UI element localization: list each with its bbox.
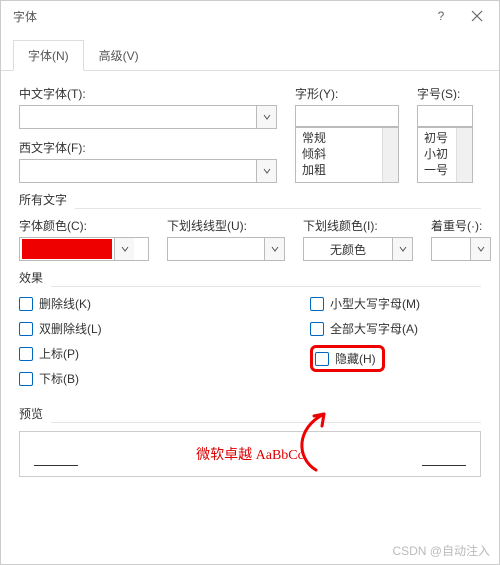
chevron-down-icon — [470, 238, 490, 260]
underline-color-combo[interactable]: 无颜色 — [303, 237, 413, 261]
tab-font[interactable]: 字体(N) — [13, 40, 84, 71]
underline-sample — [34, 465, 78, 466]
checkbox-superscript[interactable]: 上标(P) — [19, 345, 190, 362]
size-input[interactable] — [417, 105, 473, 127]
checkbox-icon — [310, 322, 324, 336]
label-font-color: 字体颜色(C): — [19, 217, 149, 234]
checkbox-icon — [19, 372, 33, 386]
label-all-text: 所有文字 — [19, 191, 481, 208]
titlebar: 字体 ? — [1, 1, 499, 31]
label-emphasis: 着重号(·): — [431, 217, 491, 234]
tab-advanced[interactable]: 高级(V) — [84, 40, 154, 71]
label-size: 字号(S): — [417, 85, 473, 102]
highlight-annotation: 隐藏(H) — [310, 345, 385, 372]
divider — [51, 286, 481, 287]
en-font-combo[interactable] — [19, 159, 277, 183]
label-effects: 效果 — [19, 269, 481, 286]
chevron-down-icon — [264, 238, 284, 260]
cn-font-combo[interactable] — [19, 105, 277, 129]
checkbox-small-caps[interactable]: 小型大写字母(M) — [310, 295, 481, 312]
label-en-font: 西文字体(F): — [19, 139, 277, 156]
checkbox-all-caps[interactable]: 全部大写字母(A) — [310, 320, 481, 337]
help-icon: ? — [438, 9, 445, 23]
preview-box: 微软卓越 AaBbCc — [19, 431, 481, 477]
emphasis-combo[interactable] — [431, 237, 491, 261]
underline-style-combo[interactable] — [167, 237, 285, 261]
close-icon — [471, 10, 483, 22]
color-swatch — [22, 239, 112, 259]
chevron-down-icon — [392, 238, 412, 260]
checkbox-icon — [19, 347, 33, 361]
label-style: 字形(Y): — [295, 85, 399, 102]
label-underline-color: 下划线颜色(I): — [303, 217, 413, 234]
checkbox-icon — [19, 322, 33, 336]
scrollbar[interactable] — [382, 128, 398, 182]
divider — [51, 422, 481, 423]
style-input[interactable] — [295, 105, 399, 127]
checkbox-icon — [310, 297, 324, 311]
label-cn-font: 中文字体(T): — [19, 85, 277, 102]
watermark: CSDN @自动注入 — [392, 542, 490, 559]
checkbox-strikethrough[interactable]: 删除线(K) — [19, 295, 190, 312]
size-list[interactable]: 初号 小初 一号 — [417, 127, 473, 183]
dialog-title: 字体 — [13, 8, 423, 25]
label-underline-style: 下划线线型(U): — [167, 217, 285, 234]
preview-text: 微软卓越 AaBbCc — [196, 444, 304, 464]
checkbox-subscript[interactable]: 下标(B) — [19, 370, 190, 387]
font-dialog: 字体 ? 字体(N) 高级(V) 中文字体(T): 西文字体(F): — [0, 0, 500, 565]
tab-strip: 字体(N) 高级(V) — [1, 31, 499, 71]
dialog-content: 中文字体(T): 西文字体(F): 字形(Y): 常规 倾斜 加 — [1, 71, 499, 564]
checkbox-icon — [19, 297, 33, 311]
checkbox-double-strikethrough[interactable]: 双删除线(L) — [19, 320, 190, 337]
divider — [75, 208, 481, 209]
label-preview: 预览 — [19, 405, 481, 422]
chevron-down-icon — [256, 106, 276, 128]
help-button[interactable]: ? — [423, 3, 459, 29]
font-color-combo[interactable] — [19, 237, 149, 261]
chevron-down-icon — [256, 160, 276, 182]
style-list[interactable]: 常规 倾斜 加粗 — [295, 127, 399, 183]
scrollbar[interactable] — [456, 128, 472, 182]
chevron-down-icon — [114, 238, 134, 260]
checkbox-icon — [315, 352, 329, 366]
close-button[interactable] — [459, 3, 495, 29]
checkbox-hidden[interactable]: 隐藏(H) — [315, 350, 376, 367]
underline-sample — [422, 465, 466, 466]
